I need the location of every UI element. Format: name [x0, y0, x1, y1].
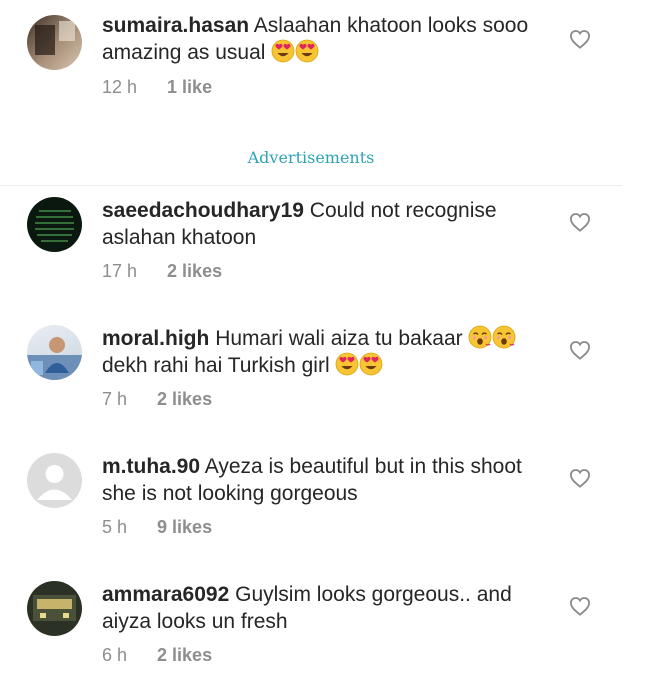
comment-likes[interactable]: 2 likes: [167, 261, 222, 282]
comment-item: ammara6092 Guylsim looks gorgeous.. and …: [0, 569, 662, 694]
heart-eyes-emoji-icon: [335, 352, 359, 376]
heart-icon[interactable]: [569, 212, 591, 232]
comment-text: dekh rahi hai Turkish girl: [102, 354, 330, 377]
comment-time: 7 h: [102, 389, 128, 409]
heart-icon[interactable]: [569, 596, 591, 616]
heart-eyes-emoji-icon: [271, 39, 295, 63]
kissing-emoji-icon: [468, 325, 492, 349]
kissing-emoji-icon: [492, 325, 516, 349]
comment-item: sumaira.hasan Aslaahan khatoon looks soo…: [0, 0, 662, 110]
heart-icon[interactable]: [569, 29, 591, 49]
comment-likes[interactable]: 2 likes: [157, 389, 212, 410]
comment-time: 5 h: [102, 517, 128, 537]
comment-time: 6 h: [102, 645, 128, 665]
comment-likes[interactable]: 2 likes: [157, 645, 212, 666]
heart-eyes-emoji-icon: [359, 352, 383, 376]
comment-item: saeedachoudhary19 Could not recognise as…: [0, 185, 662, 295]
avatar[interactable]: [27, 197, 82, 252]
avatar[interactable]: [27, 453, 82, 508]
heart-icon[interactable]: [569, 468, 591, 488]
advertisements-label: Advertisements: [247, 148, 375, 167]
comment-time: 12 h: [102, 77, 138, 97]
comment-text: Humari wali aiza tu bakaar: [215, 327, 463, 350]
comment-username[interactable]: m.tuha.90: [102, 455, 200, 478]
comment-item: moral.high Humari wali aiza tu bakaar de…: [0, 313, 662, 423]
comment-time: 17 h: [102, 261, 138, 281]
avatar[interactable]: [27, 581, 82, 636]
comment-username[interactable]: saeedachoudhary19: [102, 199, 304, 222]
comment-likes[interactable]: 9 likes: [157, 517, 212, 538]
comment-username[interactable]: sumaira.hasan: [102, 14, 249, 37]
comment-username[interactable]: moral.high: [102, 327, 209, 350]
heart-eyes-emoji-icon: [295, 39, 319, 63]
heart-icon[interactable]: [569, 340, 591, 360]
avatar[interactable]: [27, 15, 82, 70]
avatar[interactable]: [27, 325, 82, 380]
comment-item: m.tuha.90 Ayeza is beautiful but in this…: [0, 441, 662, 551]
comment-username[interactable]: ammara6092: [102, 583, 229, 606]
comment-likes[interactable]: 1 like: [167, 77, 212, 98]
